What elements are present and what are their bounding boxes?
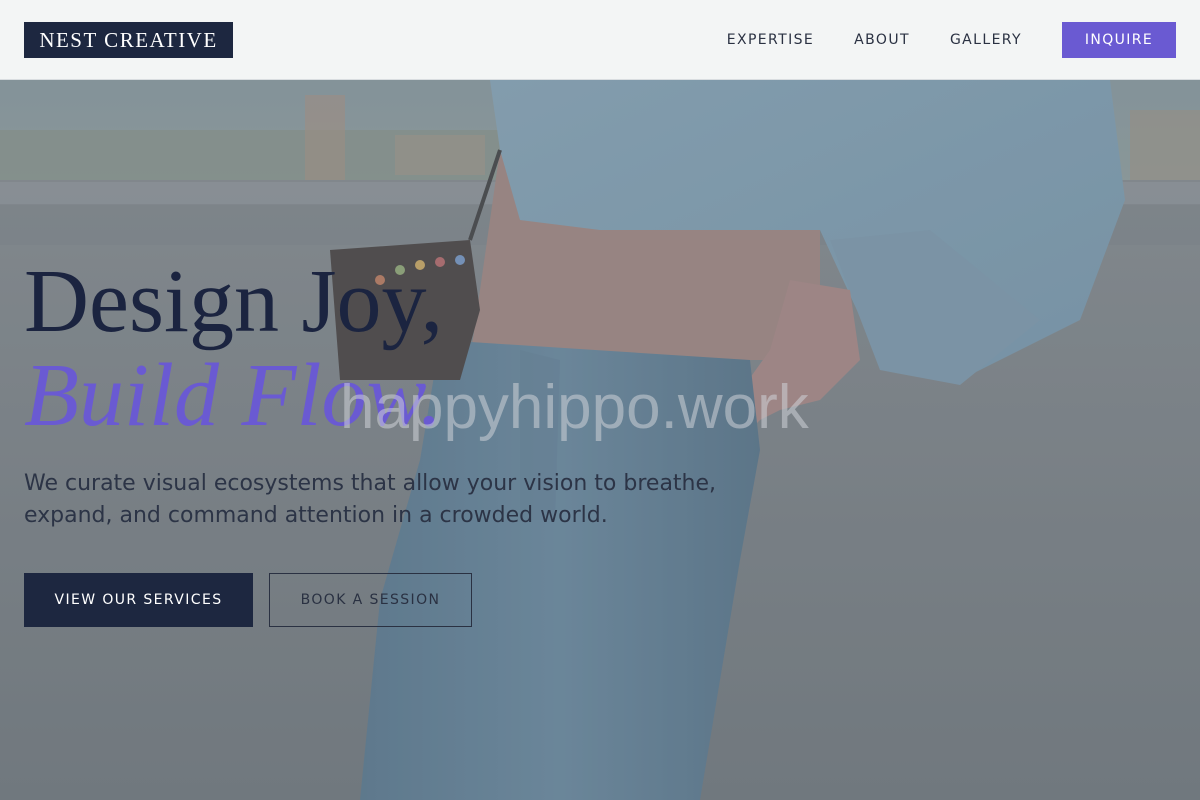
book-session-button[interactable]: BOOK A SESSION — [269, 573, 472, 627]
hero-headline-line-1: Design Joy, — [24, 252, 444, 351]
inquire-button[interactable]: INQUIRE — [1062, 22, 1176, 58]
nav-link-gallery[interactable]: GALLERY — [950, 32, 1022, 48]
view-services-button[interactable]: VIEW OUR SERVICES — [24, 573, 253, 627]
main-nav: EXPERTISE ABOUT GALLERY INQUIRE — [727, 22, 1176, 58]
hero-subtext: We curate visual ecosystems that allow y… — [24, 471, 717, 528]
hero-headline-line-2: Build Flow. — [24, 346, 443, 445]
nav-link-about[interactable]: ABOUT — [854, 32, 910, 48]
brand-logo[interactable]: NEST CREATIVE — [24, 22, 233, 58]
site-header: NEST CREATIVE EXPERTISE ABOUT GALLERY IN… — [0, 0, 1200, 80]
nav-link-expertise[interactable]: EXPERTISE — [727, 32, 814, 48]
